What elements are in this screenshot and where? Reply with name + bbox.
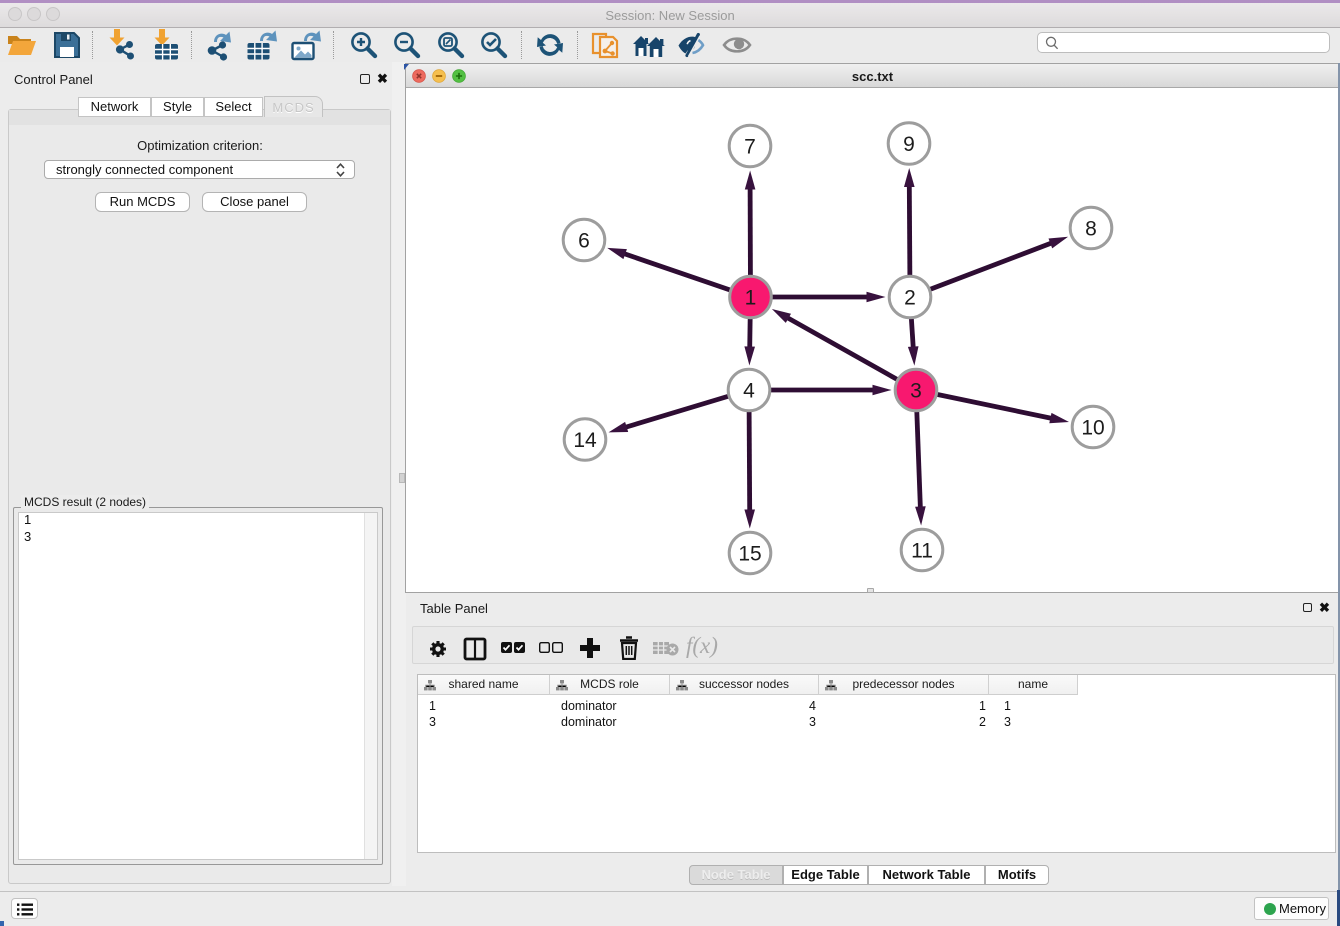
svg-text:6: 6	[578, 229, 590, 252]
svg-text:7: 7	[744, 135, 756, 158]
svg-text:10: 10	[1081, 416, 1104, 439]
svg-text:4: 4	[743, 379, 755, 402]
svg-text:14: 14	[573, 429, 597, 452]
svg-text:9: 9	[903, 133, 915, 156]
svg-text:3: 3	[910, 379, 922, 402]
svg-text:11: 11	[911, 539, 933, 562]
svg-text:2: 2	[904, 286, 916, 309]
svg-text:8: 8	[1085, 217, 1097, 240]
svg-text:1: 1	[745, 286, 757, 309]
svg-text:15: 15	[738, 542, 761, 565]
